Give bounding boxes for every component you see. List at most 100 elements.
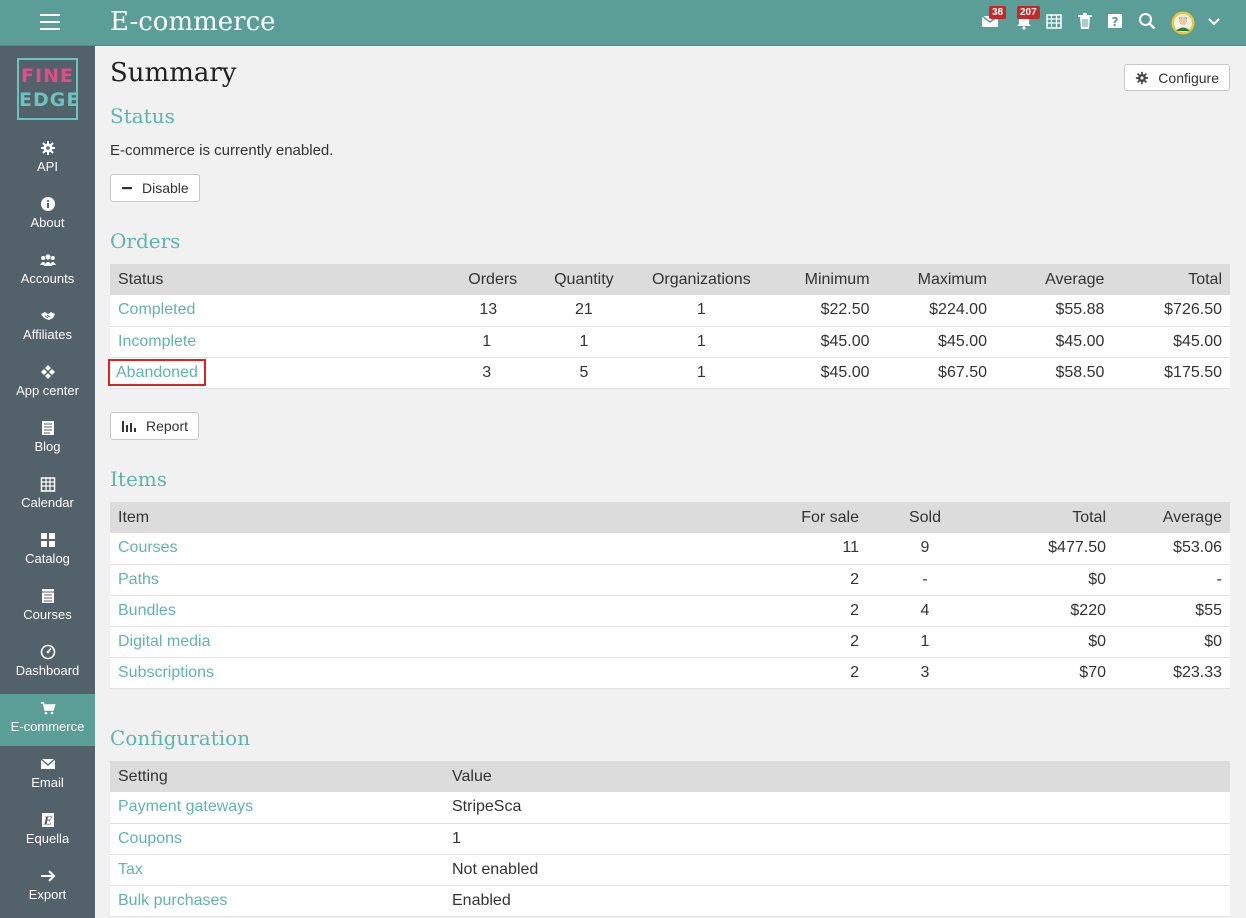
column-header[interactable]: Average (1114, 502, 1230, 533)
setting-link[interactable]: Coupons (118, 830, 182, 847)
configure-button[interactable]: Configure (1124, 64, 1230, 91)
item-link[interactable]: Subscriptions (118, 664, 214, 681)
table-cell: $70 (983, 657, 1114, 689)
sidebar-item-blog[interactable]: Blog (0, 414, 95, 466)
sidebar-item-api[interactable]: API (0, 134, 95, 186)
search-icon[interactable] (1138, 12, 1158, 32)
orders-heading: Orders (110, 229, 181, 253)
column-header[interactable]: Sold (867, 502, 983, 533)
sidebar-item-about[interactable]: About (0, 190, 95, 242)
item-link[interactable]: Bundles (118, 602, 176, 619)
table-cell: $45.00 (994, 326, 1113, 358)
logo[interactable]: FINE EDGE (17, 58, 81, 120)
item-link[interactable]: Courses (118, 539, 178, 556)
table-cell: $67.50 (877, 357, 995, 389)
table-cell: $55 (1114, 595, 1230, 627)
table-cell: 3 (434, 357, 526, 389)
sidebar-item-dashboard[interactable]: Dashboard (0, 638, 95, 690)
sidebar-item-equella[interactable]: E Equella (0, 806, 95, 858)
trash-icon[interactable] (1076, 12, 1096, 32)
table-row: Abandoned 3 5 1 $45.00 $67.50 $58.50 $17… (108, 357, 1230, 389)
order-status-link-abandoned[interactable]: Abandoned (108, 358, 206, 386)
column-header[interactable]: Quantity (525, 264, 643, 295)
order-status-link[interactable]: Completed (118, 301, 195, 318)
setting-link[interactable]: Tax (118, 861, 143, 878)
column-header[interactable]: Orders (434, 264, 526, 295)
table-cell: - (867, 564, 983, 596)
table-cell: 2 (755, 564, 867, 596)
column-header[interactable]: Average (994, 264, 1113, 295)
column-header[interactable]: Maximum (877, 264, 995, 295)
item-link[interactable]: Paths (118, 571, 159, 588)
column-header[interactable]: Total (1112, 264, 1230, 295)
chevron-down-icon[interactable] (1206, 12, 1226, 32)
calendar-icon[interactable] (1045, 12, 1065, 32)
disable-button[interactable]: Disable (110, 174, 200, 202)
sidebar-item-label: API (37, 159, 58, 174)
info-icon (40, 197, 55, 211)
table-cell: 4 (867, 595, 983, 627)
setting-link[interactable]: Bulk purchases (118, 892, 227, 909)
column-header[interactable]: Minimum (760, 264, 878, 295)
status-text: E-commerce is currently enabled. (110, 142, 334, 159)
table-cell: $23.33 (1114, 657, 1230, 689)
table-cell: $55.88 (994, 295, 1113, 327)
table-cell: 5 (525, 357, 643, 389)
minus-icon (122, 187, 132, 190)
table-row: Paths 2 - $0 - (110, 564, 1230, 596)
table-cell: 1 (642, 326, 761, 358)
avatar[interactable] (1171, 11, 1195, 35)
sidebar-item-e-commerce[interactable]: E-commerce (0, 694, 95, 746)
table-cell: $45.00 (760, 326, 878, 358)
sidebar-item-courses[interactable]: Courses (0, 582, 95, 634)
setting-link[interactable]: Payment gateways (118, 798, 253, 815)
table-row: Tax Not enabled (110, 854, 1230, 886)
column-header[interactable]: Organizations (642, 264, 761, 295)
sidebar-item-affiliates[interactable]: Affiliates (0, 302, 95, 354)
table-cell: 2 (755, 595, 867, 627)
blog-icon (41, 421, 54, 435)
column-header[interactable]: Item (110, 502, 755, 533)
table-row: Coupons 1 (110, 823, 1230, 855)
table-cell: $220 (983, 595, 1114, 627)
configuration-header-row: Setting Value (110, 761, 1230, 792)
sidebar-item-accounts[interactable]: Accounts (0, 246, 95, 298)
status-heading: Status (110, 104, 175, 128)
order-status-link[interactable]: Incomplete (118, 333, 196, 350)
courses-icon (41, 589, 54, 603)
sidebar-item-app-center[interactable]: App center (0, 358, 95, 410)
table-cell: 21 (525, 295, 643, 327)
sidebar-item-export[interactable]: Export (0, 862, 95, 914)
menu-icon[interactable] (40, 14, 60, 30)
bell-icon[interactable]: 207 (1015, 6, 1040, 32)
column-header[interactable]: Status (110, 264, 435, 295)
sidebar: FINE EDGE API About Accounts Affiliates … (0, 46, 95, 918)
column-header[interactable]: For sale (755, 502, 867, 533)
table-cell: - (1114, 564, 1230, 596)
table-cell: $726.50 (1112, 295, 1230, 327)
table-cell: $45.00 (1112, 326, 1230, 358)
sidebar-item-label: Calendar (21, 495, 74, 510)
configuration-table: Setting Value Payment gateways StripeSca… (110, 761, 1230, 917)
sidebar-item-label: Equella (25, 831, 70, 846)
help-icon[interactable]: ? (1106, 12, 1126, 32)
grid-icon (40, 533, 55, 547)
sidebar-item-label: App center (16, 383, 79, 398)
item-link[interactable]: Digital media (118, 633, 210, 650)
logo-line-1: FINE (21, 65, 74, 87)
table-cell: 1 (525, 326, 643, 358)
apps-icon (40, 365, 55, 379)
sidebar-item-calendar[interactable]: Calendar (0, 470, 95, 522)
sidebar-item-catalog[interactable]: Catalog (0, 526, 95, 578)
report-button[interactable]: Report (110, 412, 200, 440)
sidebar-item-email[interactable]: Email (0, 750, 95, 802)
dashboard-icon (40, 644, 55, 660)
table-cell: 1 (642, 295, 761, 327)
configuration-heading: Configuration (110, 726, 251, 750)
mail-icon[interactable]: 38 (981, 6, 1007, 32)
logo-line-2: EDGE (19, 89, 81, 111)
cart-icon (40, 702, 56, 715)
column-header: Value (444, 761, 1230, 792)
table-row: Bundles 2 4 $220 $55 (110, 595, 1230, 627)
column-header[interactable]: Total (983, 502, 1114, 533)
